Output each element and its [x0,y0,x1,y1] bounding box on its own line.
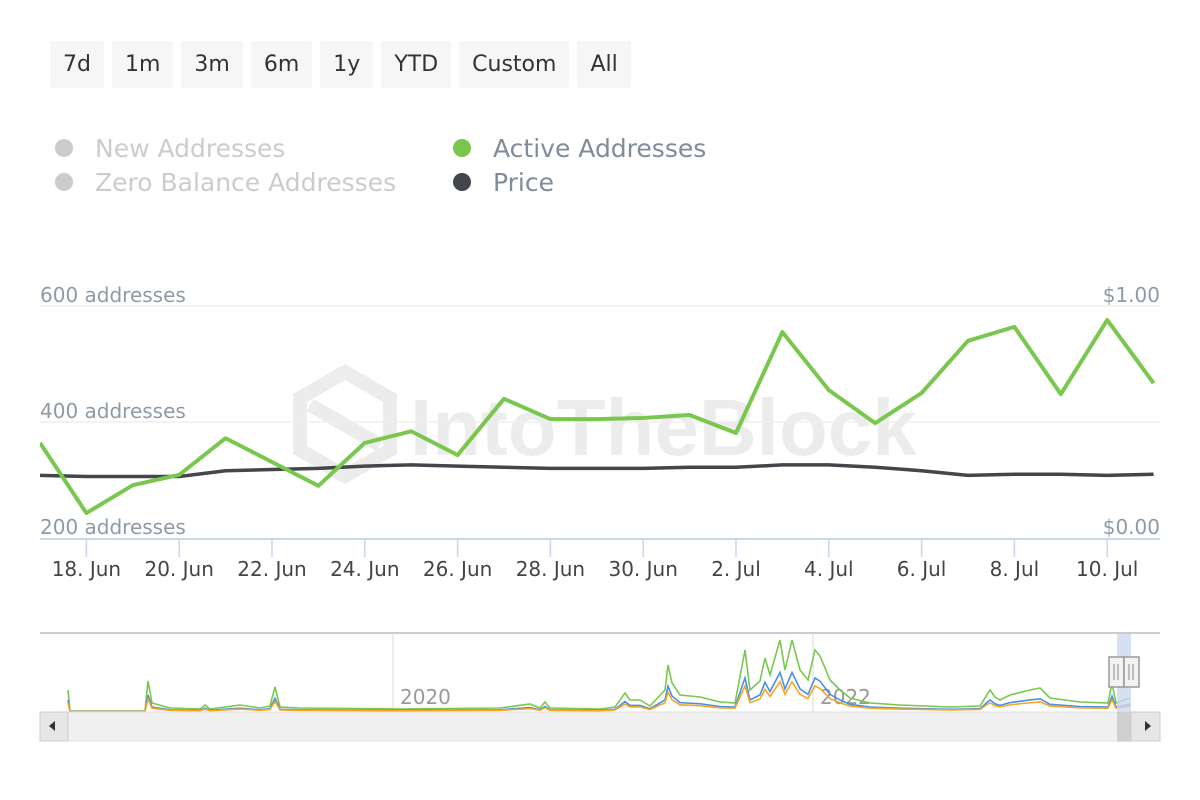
y-left-tick-label: 400 addresses [40,399,186,423]
x-tick-label: 10. Jul [1076,557,1138,581]
chart-area: IntoTheBlock 200 addresses 400 addresses 6… [39,283,1161,742]
scroll-right-button[interactable] [1130,711,1161,742]
x-tick-label: 24. Jun [330,557,399,581]
y-right-tick-label: $1.00 [1103,283,1160,307]
x-tick-label: 6. Jul [897,557,947,581]
navigator-scrollbar-track[interactable] [39,711,1161,742]
x-tick-label: 22. Jun [237,557,306,581]
y-left-tick-label: 600 addresses [40,283,186,307]
navigator-year-label: 2020 [400,685,451,709]
x-tick-label: 30. Jun [608,557,677,581]
y-right-tick-label: $0.00 [1103,515,1160,539]
navigator-series-line [67,639,1131,712]
x-tick-label: 26. Jun [423,557,492,581]
x-tick-label: 8. Jul [990,557,1040,581]
x-tick-label: 2. Jul [711,557,761,581]
x-tick-label: 4. Jul [804,557,854,581]
x-tick-label: 28. Jun [516,557,585,581]
y-left-tick-label: 200 addresses [40,515,186,539]
x-tick-label: 20. Jun [144,557,213,581]
scroll-left-button[interactable] [39,711,69,742]
navigator-scrollbar-thumb[interactable] [1117,712,1131,741]
navigator-handle-left[interactable] [1108,656,1125,688]
navigator-handle-right[interactable] [1123,656,1140,688]
watermark-text: IntoTheBlock [410,383,917,472]
x-tick-label: 18. Jun [52,557,121,581]
